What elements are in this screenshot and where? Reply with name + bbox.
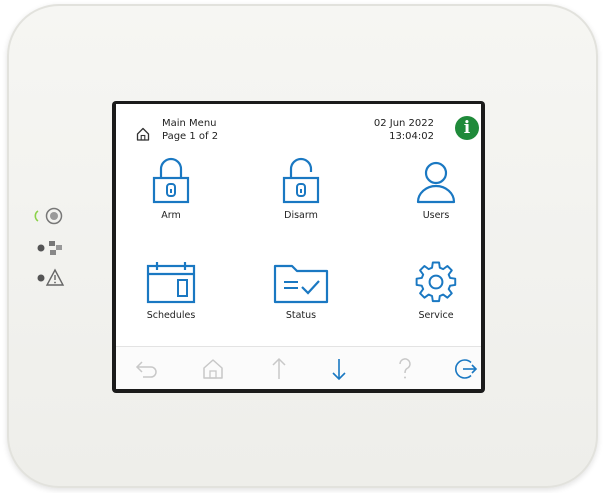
gear-icon [415, 261, 457, 303]
calendar-icon [146, 262, 196, 304]
locked-padlock-icon [152, 157, 190, 204]
date: 02 Jun 2022 [373, 118, 434, 129]
service-tile[interactable]: Service [386, 260, 481, 321]
back-arrow-icon[interactable] [134, 356, 160, 382]
logout-icon[interactable] [452, 356, 478, 382]
network-indicator [30, 238, 70, 258]
tile-label: Users [422, 210, 450, 221]
unlocked-padlock-icon [282, 157, 320, 204]
nav-bar [116, 346, 481, 389]
info-button[interactable]: i [455, 116, 479, 140]
tile-label: Arm [161, 210, 181, 221]
touch-screen: Main Menu Page 1 of 2 02 Jun 2022 13:04:… [116, 104, 481, 389]
tile-label: Schedules [146, 310, 196, 321]
users-tile[interactable]: Users [386, 156, 481, 221]
down-arrow-icon[interactable] [326, 356, 352, 382]
folder-check-icon [273, 264, 329, 304]
user-icon [416, 161, 456, 204]
fault-indicator [30, 268, 70, 288]
tile-label: Disarm [284, 210, 318, 221]
menu-title: Main Menu [162, 118, 217, 129]
page-indicator: Page 1 of 2 [162, 131, 219, 142]
home-icon[interactable] [200, 356, 226, 382]
info-icon: i [463, 118, 471, 138]
header: Main Menu Page 1 of 2 02 Jun 2022 13:04:… [116, 104, 481, 148]
status-tile[interactable]: Status [251, 260, 351, 321]
help-icon[interactable] [392, 356, 418, 382]
title-block: Main Menu Page 1 of 2 [162, 117, 218, 143]
tile-label: Status [285, 310, 317, 321]
up-arrow-icon[interactable] [266, 356, 292, 382]
arm-tile[interactable]: Arm [121, 156, 221, 221]
time: 13:04:02 [389, 131, 434, 142]
disarm-tile[interactable]: Disarm [251, 156, 351, 221]
power-indicator [30, 206, 70, 226]
tile-label: Service [418, 310, 454, 321]
date-time: 02 Jun 2022 13:04:02 [374, 117, 434, 143]
schedules-tile[interactable]: Schedules [121, 260, 221, 321]
home-icon [136, 126, 150, 145]
